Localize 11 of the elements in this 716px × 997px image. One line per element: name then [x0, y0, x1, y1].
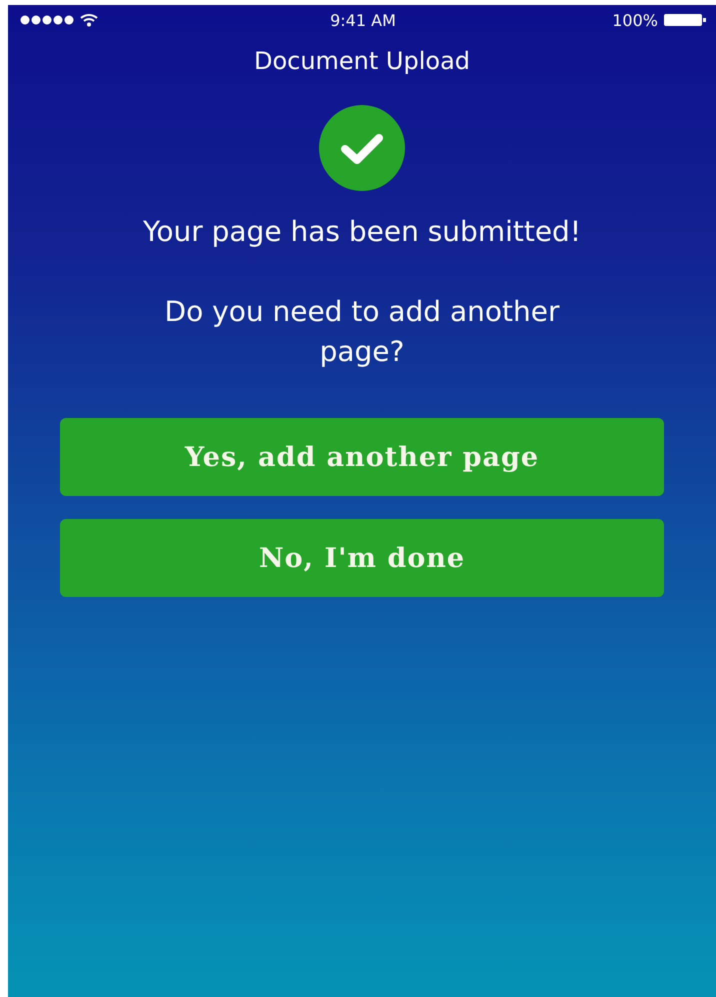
wifi-icon — [80, 13, 98, 27]
screen-title: Document Upload — [254, 47, 470, 75]
choice-button[interactable]: Yes, add another page — [60, 418, 664, 496]
clock-time: 9:41 AM — [330, 10, 396, 30]
battery-icon — [664, 13, 706, 27]
battery-percent: 100% — [612, 10, 658, 30]
signal-icon — [20, 15, 74, 25]
question-text: Do you need to add another page? — [164, 294, 560, 370]
success-message: Your page has been submitted! — [142, 215, 582, 248]
checkmark-icon — [318, 105, 406, 191]
choice-button[interactable]: No, I'm done — [60, 519, 664, 597]
